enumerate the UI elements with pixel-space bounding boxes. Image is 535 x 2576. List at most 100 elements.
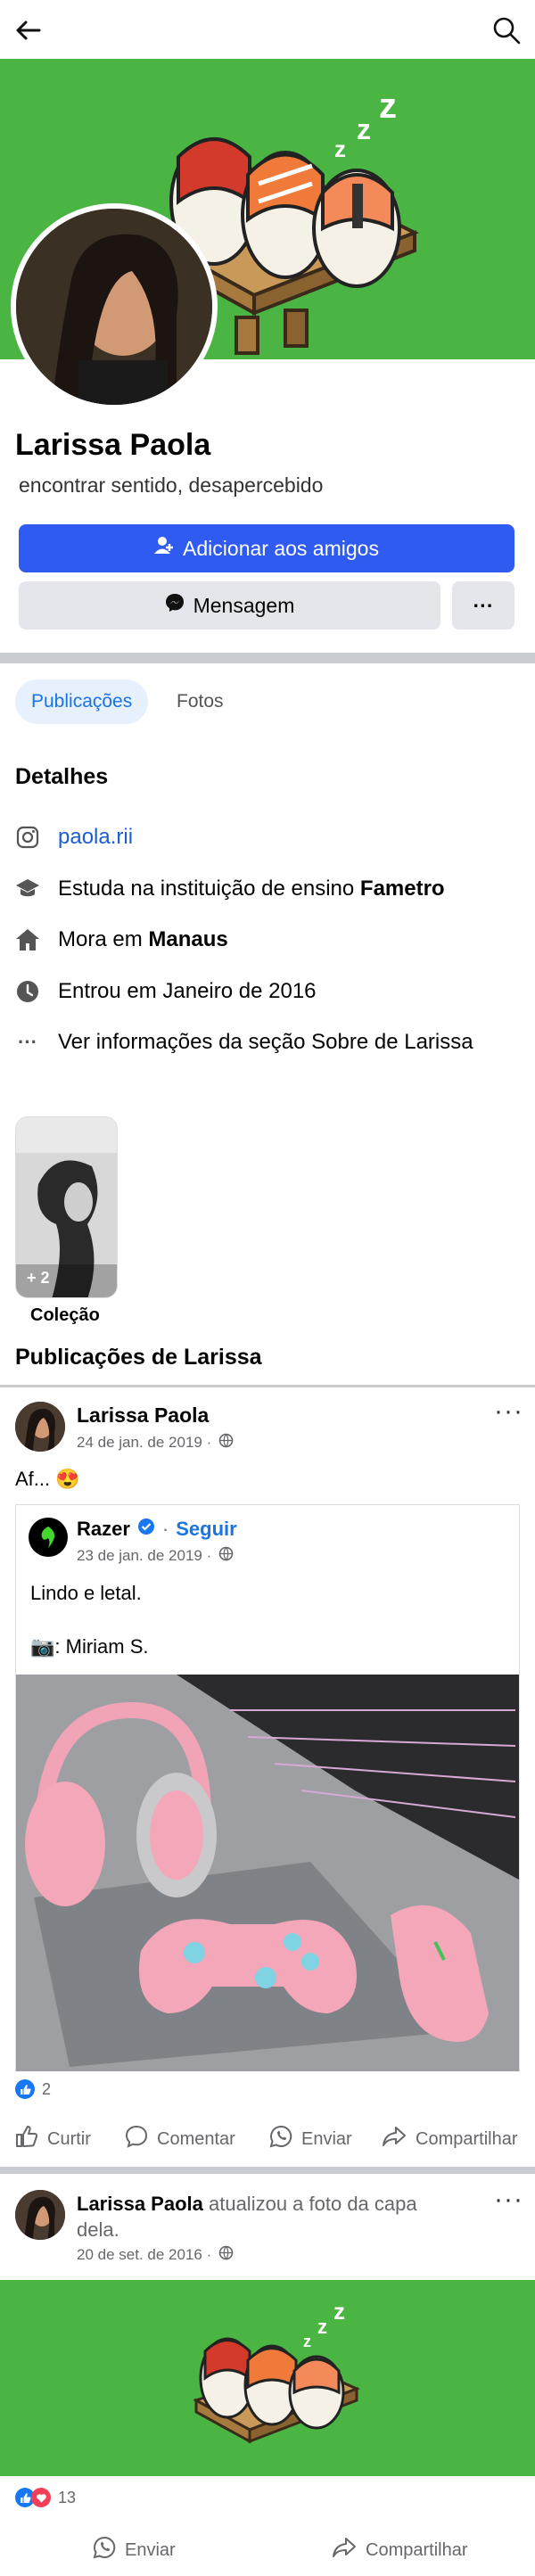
post-author-avatar[interactable]: [15, 1402, 65, 1452]
svg-text:z: z: [334, 136, 346, 162]
clock-icon: [15, 979, 40, 1004]
post-options-icon[interactable]: ···: [494, 1396, 523, 1427]
post2-options-icon[interactable]: ···: [494, 2185, 523, 2215]
send-button[interactable]: Enviar: [269, 2125, 352, 2153]
message-label: Mensagem: [193, 593, 295, 617]
profile-name: Larissa Paola: [15, 428, 211, 462]
education-place: Fametro: [359, 876, 445, 901]
post2-reaction-icons: [15, 2488, 51, 2507]
graduation-cap-icon: [15, 876, 40, 901]
post2-send-button[interactable]: Enviar: [93, 2536, 176, 2564]
instagram-link[interactable]: paola.rii: [58, 825, 133, 850]
profile-bio: encontrar sentido, desapercebido: [19, 473, 324, 497]
profile-avatar[interactable]: [11, 203, 218, 410]
whatsapp-icon: [269, 2125, 292, 2153]
post2-share-button[interactable]: Compartilhar: [332, 2536, 467, 2564]
svg-text:z: z: [333, 2298, 345, 2325]
post2-action-text2: dela.: [77, 2218, 119, 2241]
shared-text-line2: 📷: Miriam S.: [30, 1635, 149, 1658]
more-options-button[interactable]: ···: [452, 581, 514, 630]
share-arrow-icon: [332, 2536, 357, 2564]
post2-action-text: atualizou a foto da capa: [202, 2193, 417, 2215]
like-button[interactable]: Curtir: [15, 2125, 91, 2153]
shared-author[interactable]: Razer: [77, 1518, 130, 1541]
post-author-name[interactable]: Larissa Paola: [77, 1403, 209, 1428]
education-prefix: Estuda na instituição de ensino: [58, 876, 360, 901]
top-bar: [0, 0, 535, 59]
send-label: Enviar: [301, 2128, 352, 2149]
comment-button[interactable]: Comentar: [125, 2125, 235, 2153]
share-arrow-icon: [382, 2125, 407, 2153]
whatsapp-icon: [93, 2536, 116, 2564]
home-icon: [15, 927, 40, 952]
post2-share-label: Compartilhar: [366, 2539, 468, 2560]
post-text-content: Af...: [15, 1468, 51, 1490]
post2-meta: 20 de set. de 2016 ·: [77, 2245, 234, 2265]
posts-title: Publicações de Larissa: [15, 1345, 262, 1370]
post2-date: 20 de set. de 2016 ·: [77, 2246, 212, 2263]
more-dots-icon: ···: [473, 593, 494, 617]
shared-post[interactable]: Razer · Seguir 23 de jan. de 2019 · Lind…: [15, 1504, 520, 2071]
globe-icon: [218, 1433, 234, 1453]
joined-text: Entrou em Janeiro de 2016: [58, 979, 317, 1003]
post1-reactions[interactable]: 2: [15, 2079, 51, 2099]
post-text: Af... 😍: [15, 1468, 80, 1491]
shared-header: Razer · Seguir: [77, 1518, 237, 1541]
message-button[interactable]: Mensagem: [19, 581, 440, 630]
comment-label: Comentar: [157, 2128, 235, 2149]
share-label: Compartilhar: [416, 2128, 518, 2149]
detail-instagram[interactable]: paola.rii: [15, 825, 133, 850]
add-friend-label: Adicionar aos amigos: [183, 536, 379, 560]
detail-home: Mora em Manaus: [15, 927, 228, 952]
messenger-icon: [165, 593, 185, 618]
post2-reaction-count: 13: [58, 2488, 77, 2506]
svg-text:z: z: [379, 86, 397, 126]
comment-icon: [125, 2125, 148, 2153]
post-meta: 24 de jan. de 2019 ·: [77, 1433, 234, 1453]
share-button[interactable]: Compartilhar: [382, 2125, 517, 2153]
detail-see-about[interactable]: ··· Ver informações da seção Sobre de La…: [15, 1030, 473, 1055]
post-date: 24 de jan. de 2019 ·: [77, 1434, 212, 1451]
shared-separator: ·: [161, 1518, 169, 1540]
home-prefix: Mora em: [58, 927, 149, 951]
home-place: Manaus: [148, 927, 228, 951]
post2-cover-photo[interactable]: z z z: [0, 2280, 535, 2476]
search-icon[interactable]: [490, 14, 523, 46]
like-reaction-icon: [15, 2079, 35, 2099]
tab-publicacoes[interactable]: Publicações: [15, 679, 149, 724]
detail-education: Estuda na instituição de ensino Fametro: [15, 876, 445, 901]
shared-globe-icon: [218, 1546, 234, 1566]
collection-label: Coleção: [30, 1305, 100, 1325]
post2-header: Larissa Paola atualizou a foto da capa d…: [77, 2191, 469, 2243]
follow-link[interactable]: Seguir: [176, 1518, 236, 1541]
svg-text:z: z: [303, 2333, 311, 2350]
collection-count: + 2: [27, 1269, 50, 1287]
see-about-text: Ver informações da seção Sobre de Lariss…: [58, 1030, 473, 1054]
like-label: Curtir: [47, 2128, 91, 2149]
detail-joined: Entrou em Janeiro de 2016: [15, 979, 317, 1004]
posts-divider: [0, 1385, 535, 1387]
shared-meta: 23 de jan. de 2019 ·: [77, 1546, 234, 1566]
post2-author-name[interactable]: Larissa Paola: [77, 2193, 203, 2215]
shared-photo[interactable]: [16, 1675, 519, 2071]
post2-globe-icon: [218, 2245, 234, 2265]
add-friend-icon: [154, 536, 174, 561]
post2-reactions[interactable]: 13: [15, 2488, 76, 2507]
svg-text:z: z: [317, 2316, 327, 2338]
razer-logo-icon[interactable]: [29, 1518, 68, 1557]
collection-card[interactable]: + 2: [15, 1116, 118, 1298]
post-divider: [0, 2167, 535, 2174]
svg-text:z: z: [357, 113, 371, 145]
tab-fotos[interactable]: Fotos: [160, 679, 240, 724]
section-divider: [0, 653, 535, 663]
post2-author-avatar[interactable]: [15, 2190, 65, 2240]
shared-date: 23 de jan. de 2019 ·: [77, 1547, 212, 1564]
thumbs-up-icon: [15, 2125, 38, 2153]
love-reaction-icon: [31, 2488, 51, 2507]
add-friend-button[interactable]: Adicionar aos amigos: [19, 524, 514, 572]
instagram-icon: [15, 825, 40, 850]
heart-eyes-emoji: 😍: [55, 1468, 80, 1490]
verified-badge-icon: [137, 1518, 155, 1541]
post2-send-label: Enviar: [125, 2539, 176, 2560]
back-arrow-icon[interactable]: [12, 14, 45, 46]
